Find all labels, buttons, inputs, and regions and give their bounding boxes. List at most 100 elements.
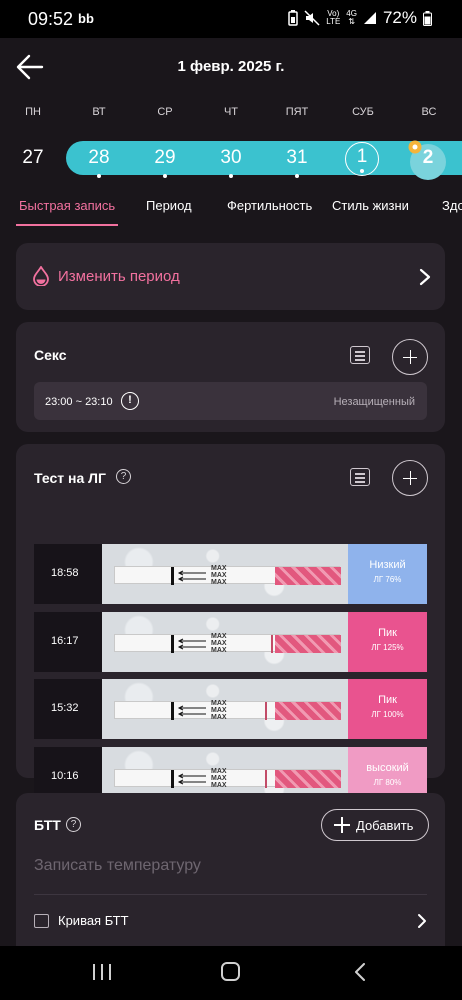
- entry-dot: [295, 174, 299, 178]
- chart-icon: [34, 914, 49, 928]
- weekday-tue: ВТ: [92, 106, 106, 118]
- entry-dot: [163, 174, 167, 178]
- lh-result-value: ЛГ 80%: [373, 778, 402, 787]
- note-line: [355, 477, 365, 479]
- note-icon[interactable]: [350, 468, 370, 486]
- btt-title: БТТ: [34, 817, 61, 833]
- help-icon[interactable]: ?: [66, 817, 81, 832]
- entry-dot: [97, 174, 101, 178]
- add-temperature-label: Добавить: [356, 818, 414, 833]
- tab-quick-entry[interactable]: Быстрая запись: [19, 198, 115, 213]
- weekday-thu: ЧТ: [223, 106, 239, 118]
- date-29[interactable]: 29: [147, 144, 183, 180]
- sex-entry-status: Незащищенный: [333, 396, 415, 408]
- tab-period[interactable]: Период: [146, 198, 192, 213]
- app-badge-text: bb: [78, 11, 94, 26]
- strip-arrows-icon: [177, 705, 206, 717]
- date-28[interactable]: 28: [81, 144, 117, 180]
- chevron-right-icon: [419, 268, 431, 286]
- mute-icon: [304, 10, 320, 26]
- signal-icon: [363, 12, 376, 24]
- page-title: 1 февр. 2025 г.: [177, 58, 285, 75]
- lh-test-time: 16:17: [51, 635, 79, 647]
- lh-result-value: ЛГ 76%: [373, 575, 402, 584]
- recent-line: [109, 964, 111, 980]
- max-line: MAX: [211, 572, 227, 579]
- date-27-label: 27: [22, 147, 44, 168]
- date-1-label: 1: [356, 146, 368, 167]
- edit-period-row[interactable]: Изменить период: [16, 243, 445, 310]
- strip-bar: [171, 567, 174, 585]
- ovulation-badge-icon: [408, 140, 422, 154]
- tab-lifestyle[interactable]: Стиль жизни: [332, 198, 409, 213]
- lh-result-value: ЛГ 125%: [371, 643, 404, 652]
- home-button[interactable]: [221, 962, 240, 981]
- help-icon[interactable]: ?: [116, 469, 131, 484]
- network-arrows: ⇅: [348, 17, 355, 26]
- test-line: [265, 770, 267, 788]
- lh-strip: MAX MAX MAX: [114, 633, 341, 654]
- strip-max-label: MAX MAX MAX: [211, 565, 227, 586]
- weekday-row: ПН ВТ СР ЧТ ПЯТ СУБ ВС: [0, 106, 462, 122]
- status-icons: Vo) LTE 4G ⇅ 72%: [288, 8, 432, 28]
- lh-test-row[interactable]: 18:58 MAX MAX MAX Низкий ЛГ 76%: [34, 544, 427, 604]
- note-line: [355, 355, 365, 357]
- lh-test-row[interactable]: 15:32 MAX MAX MAX Пик ЛГ 100%: [34, 679, 427, 739]
- tab-fertility[interactable]: Фертильность: [227, 198, 312, 213]
- volte-bottom: LTE: [326, 17, 341, 26]
- lh-result-badge: Пик ЛГ 100%: [348, 679, 427, 739]
- recent-apps-button[interactable]: [93, 964, 111, 980]
- lh-test-time: 15:32: [51, 702, 79, 714]
- entry-dot: [360, 169, 364, 173]
- lh-test-time: 18:58: [51, 567, 79, 579]
- date-1-today[interactable]: 1: [345, 142, 379, 176]
- tab-bar: Быстрая запись Период Фертильность Стиль…: [0, 192, 462, 226]
- strip-arrows-icon: [177, 638, 206, 650]
- lh-test-row[interactable]: 16:17 MAX MAX MAX Пик ЛГ 125%: [34, 612, 427, 672]
- sex-title: Секс: [34, 347, 67, 363]
- date-29-label: 29: [154, 147, 176, 168]
- strip-bar: [171, 635, 174, 653]
- system-back-icon[interactable]: [354, 963, 366, 981]
- temperature-input[interactable]: Записать температуру: [34, 857, 201, 875]
- max-line: MAX: [211, 782, 227, 789]
- date-27[interactable]: 27: [15, 144, 51, 180]
- strip-pink-zone: [275, 567, 341, 585]
- btt-curve-row[interactable]: Кривая БТТ: [34, 913, 427, 933]
- lh-strip-photo: MAX MAX MAX: [102, 679, 348, 739]
- battery-saver-icon: [288, 10, 298, 26]
- add-sex-button[interactable]: [392, 339, 428, 375]
- strip-pink-zone: [275, 635, 341, 653]
- strip-pink-zone: [275, 770, 341, 788]
- lh-result-badge: Пик ЛГ 125%: [348, 612, 427, 672]
- note-line: [355, 473, 365, 475]
- note-line: [355, 351, 365, 353]
- battery-icon: [423, 10, 432, 26]
- max-line: MAX: [211, 633, 227, 640]
- tab-health[interactable]: Здо: [442, 198, 462, 213]
- divider: [34, 894, 427, 895]
- strip-bar: [171, 702, 174, 720]
- btt-curve-label: Кривая БТТ: [58, 913, 129, 928]
- lh-strip-photo: MAX MAX MAX: [102, 544, 348, 604]
- date-31[interactable]: 31: [279, 144, 315, 180]
- date-30[interactable]: 30: [213, 144, 249, 180]
- date-2-label: 2: [422, 147, 434, 168]
- system-nav-bar: [0, 946, 462, 1000]
- edit-period-label: Изменить период: [58, 268, 180, 285]
- lh-test-title: Тест на ЛГ: [34, 470, 106, 486]
- add-temperature-button[interactable]: Добавить: [321, 809, 429, 841]
- add-lh-test-button[interactable]: [392, 460, 428, 496]
- strip-arrows-icon: [177, 570, 206, 582]
- app-screen: 1 февр. 2025 г. ПН ВТ СР ЧТ ПЯТ СУБ ВС 2…: [0, 38, 462, 946]
- weekday-wed: СР: [157, 106, 173, 118]
- note-icon[interactable]: [350, 346, 370, 364]
- lh-test-time: 10:16: [51, 770, 79, 782]
- sex-entry[interactable]: 23:00 ~ 23:10 ! Незащищенный: [34, 382, 427, 420]
- status-bar: 09:52 bb Vo) LTE 4G ⇅ 72%: [0, 0, 462, 38]
- lh-result-value: ЛГ 100%: [371, 710, 404, 719]
- strip-arrows-icon: [177, 773, 206, 785]
- strip-pink-zone: [275, 702, 341, 720]
- active-tab-indicator: [16, 224, 118, 226]
- max-line: MAX: [211, 768, 227, 775]
